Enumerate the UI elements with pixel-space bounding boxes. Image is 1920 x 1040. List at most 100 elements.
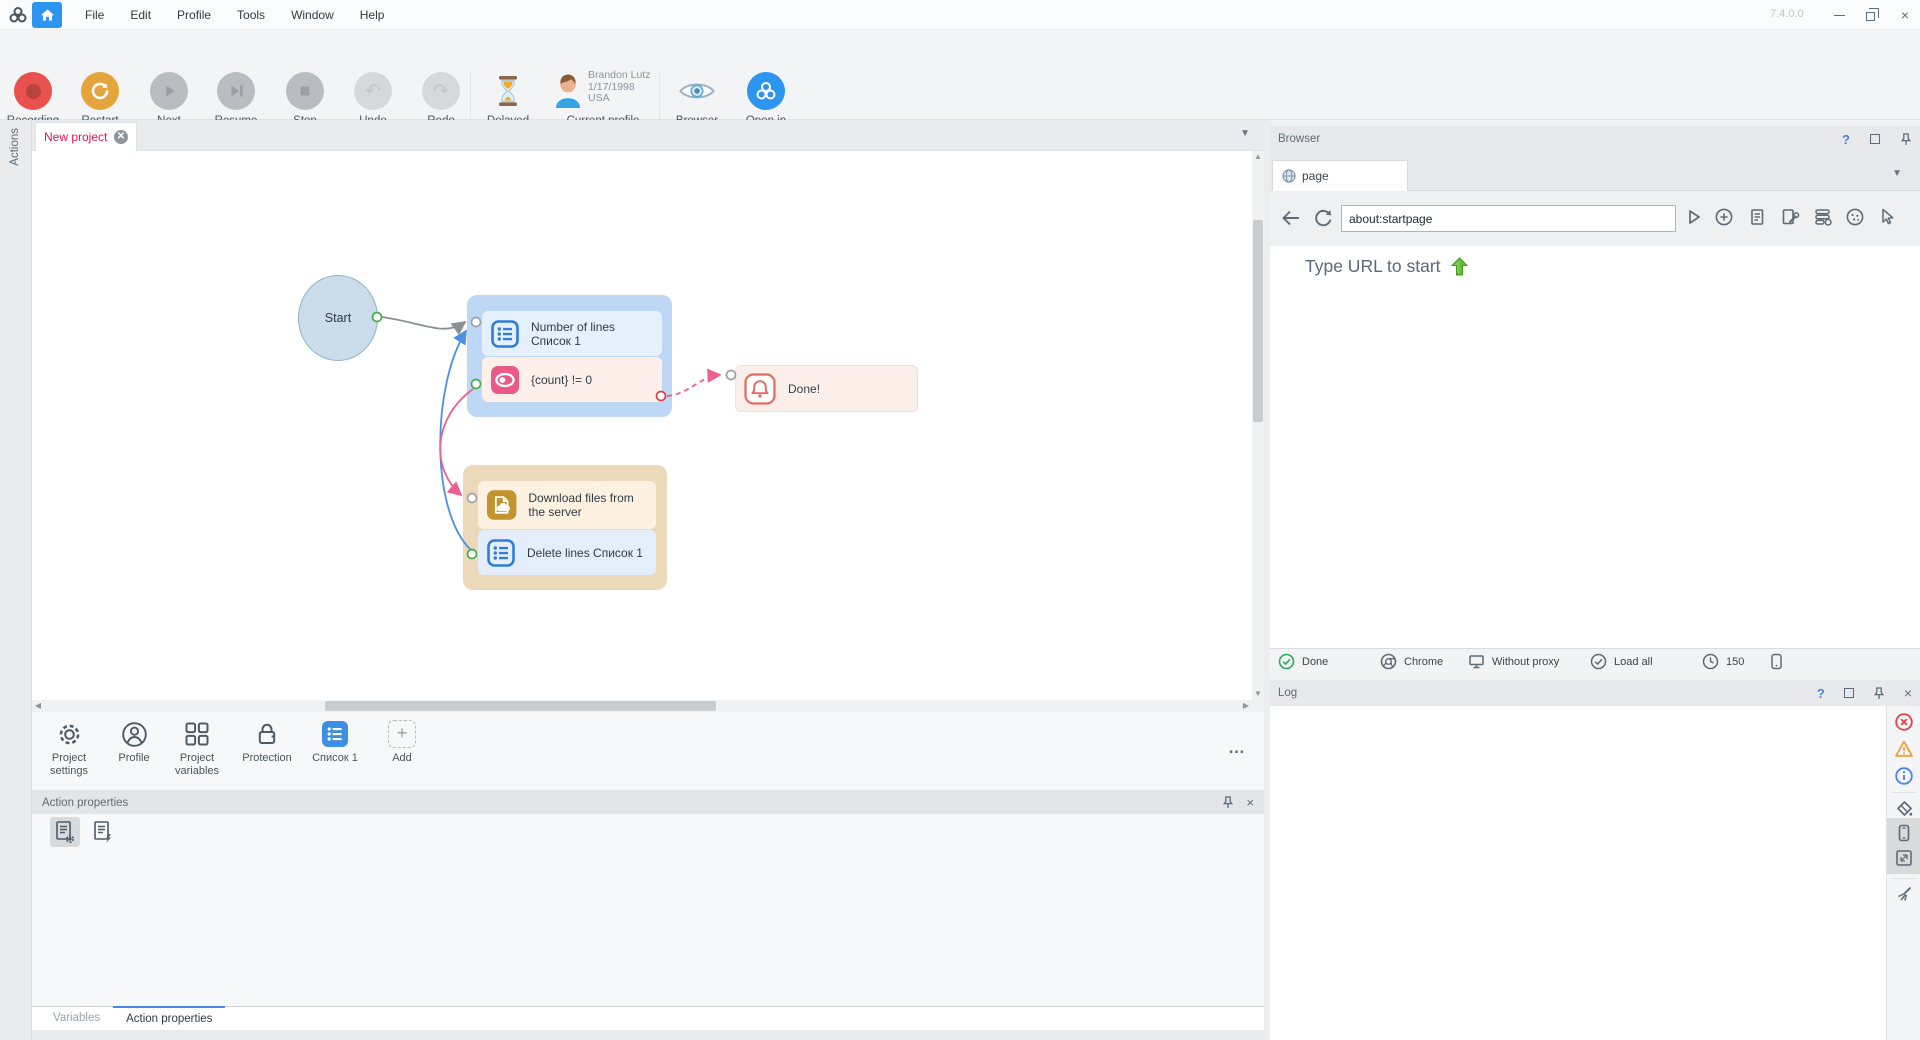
project-tab[interactable]: New project ✕: [35, 122, 137, 151]
pin-icon[interactable]: [1900, 133, 1912, 146]
flowchart-canvas[interactable]: Start Number of lines Список 1: [32, 151, 1264, 712]
more-button[interactable]: …: [1228, 738, 1246, 758]
cookies-icon[interactable]: [1845, 207, 1865, 227]
tab-close-icon[interactable]: ✕: [114, 130, 128, 144]
error-icon[interactable]: [1894, 712, 1914, 732]
toolbar-separator: [659, 72, 660, 124]
tab-variables[interactable]: Variables: [40, 1007, 113, 1030]
scroll-down-icon[interactable]: ▼: [1252, 688, 1264, 700]
redo-icon: ↷: [422, 72, 460, 110]
flow-node-download-files[interactable]: Download files from the server: [478, 481, 656, 529]
close-icon[interactable]: ×: [1904, 685, 1912, 701]
profile-button[interactable]: Profile: [103, 720, 165, 765]
action-properties-panel: Action properties ×: [32, 791, 1264, 1040]
horizontal-scroll-thumb[interactable]: [325, 701, 716, 711]
select-element-icon[interactable]: [1877, 207, 1897, 227]
refresh-icon[interactable]: [1312, 207, 1334, 229]
canvas-horizontal-scrollbar[interactable]: ◀ ▶: [32, 700, 1252, 712]
info-icon[interactable]: [1894, 766, 1914, 786]
menu-file[interactable]: File: [72, 0, 117, 30]
start-hint: Type URL to start: [1305, 256, 1468, 277]
flow-group-blue[interactable]: Number of lines Список 1 {count} != 0: [467, 295, 672, 417]
close-icon[interactable]: ×: [1246, 795, 1254, 810]
menu-help[interactable]: Help: [347, 0, 398, 30]
flow-node-number-of-lines[interactable]: Number of lines Список 1: [482, 311, 662, 356]
page-code-icon[interactable]: [1747, 207, 1767, 227]
project-tabbar: New project ✕ ▼: [32, 120, 1264, 151]
tab-list-chevron-down-icon[interactable]: ▼: [1892, 168, 1902, 179]
list-icon: [490, 319, 520, 349]
menu-profile[interactable]: Profile: [164, 0, 224, 30]
expand-icon[interactable]: [1894, 848, 1914, 868]
list-1-label: Список 1: [304, 752, 366, 765]
scroll-up-icon[interactable]: ▲: [1252, 151, 1264, 163]
help-icon[interactable]: ?: [1842, 132, 1850, 147]
check-circle-icon: [1278, 653, 1295, 670]
number-of-lines-label: Number of lines: [531, 320, 615, 334]
tab-list-chevron-down-icon[interactable]: ▼: [1240, 128, 1250, 139]
tab-action-properties[interactable]: Action properties: [113, 1006, 225, 1030]
new-tab-icon[interactable]: [1714, 207, 1734, 227]
home-button[interactable]: [32, 2, 62, 28]
panel-bottom-strip: [32, 1030, 1264, 1040]
tools-icon[interactable]: [1780, 207, 1800, 227]
status-load-mode[interactable]: Load all: [1590, 653, 1653, 670]
maximize-icon[interactable]: [1844, 688, 1854, 698]
list-1-button[interactable]: Список 1: [304, 720, 366, 765]
close-button[interactable]: ×: [1890, 0, 1920, 30]
menu-edit[interactable]: Edit: [117, 0, 164, 30]
project-settings-button[interactable]: Project settings: [38, 720, 100, 777]
action-code-doc-button[interactable]: [88, 817, 118, 847]
start-hint-text: Type URL to start: [1305, 256, 1441, 277]
status-proxy[interactable]: Without proxy: [1468, 653, 1559, 670]
project-variables-button[interactable]: Project variables: [166, 720, 228, 777]
database-icon[interactable]: [1813, 207, 1833, 227]
browser-panel-header: Browser ?: [1270, 126, 1920, 152]
browser-tabbar: page ▼: [1270, 152, 1920, 191]
flow-node-delete-lines[interactable]: Delete lines Список 1: [478, 530, 656, 575]
back-icon[interactable]: [1280, 207, 1302, 229]
menu-tools[interactable]: Tools: [224, 0, 278, 30]
restore-button[interactable]: [1857, 0, 1887, 30]
flow-node-condition[interactable]: {count} != 0: [482, 357, 662, 402]
minimize-button[interactable]: [1824, 0, 1854, 30]
warning-icon[interactable]: [1894, 739, 1914, 759]
protection-label: Protection: [236, 752, 298, 765]
flow-node-start[interactable]: Start: [298, 275, 378, 361]
action-settings-doc-button[interactable]: [50, 817, 80, 847]
list-icon: [486, 538, 516, 568]
paint-icon[interactable]: [1894, 798, 1914, 818]
go-icon[interactable]: [1684, 207, 1704, 227]
maximize-icon[interactable]: [1870, 134, 1880, 144]
profile-name: Brandon Lutz: [588, 70, 658, 82]
help-icon[interactable]: ?: [1817, 686, 1825, 701]
vertical-scroll-thumb[interactable]: [1253, 220, 1263, 422]
flow-group-orange[interactable]: Download files from the server Delete li…: [463, 465, 667, 590]
address-bar[interactable]: [1341, 205, 1676, 232]
broom-icon[interactable]: [1894, 884, 1914, 904]
left-dock-strip: Actions: [0, 120, 32, 1040]
scroll-left-icon[interactable]: ◀: [32, 700, 44, 712]
close-icon: ×: [1901, 7, 1909, 23]
phone-icon[interactable]: [1894, 823, 1914, 843]
pin-icon[interactable]: [1222, 796, 1234, 809]
add-action-button[interactable]: + Add: [371, 720, 433, 765]
status-engine[interactable]: Chrome: [1380, 653, 1443, 670]
status-timeout[interactable]: 150: [1702, 653, 1744, 670]
profile-country: USA: [588, 93, 658, 105]
flow-node-done[interactable]: Done!: [735, 365, 918, 412]
avatar-icon: [552, 72, 584, 108]
download-files-label: Download files from the server: [528, 491, 648, 519]
pin-icon[interactable]: [1873, 687, 1885, 700]
canvas-vertical-scrollbar[interactable]: ▲ ▼: [1252, 151, 1264, 712]
actions-dock-tab[interactable]: Actions: [9, 128, 21, 166]
protection-button[interactable]: Protection: [236, 720, 298, 765]
lock-icon: [236, 720, 298, 748]
menu-window[interactable]: Window: [278, 0, 347, 30]
scroll-right-icon[interactable]: ▶: [1240, 700, 1252, 712]
browser-page-tab[interactable]: page: [1272, 160, 1408, 191]
status-device[interactable]: [1770, 653, 1783, 670]
current-profile-button[interactable]: Brandon Lutz 1/17/1998 USA Current profi…: [548, 70, 658, 128]
edge-condition-to-done: [667, 375, 720, 396]
browser-viewport[interactable]: Type URL to start: [1270, 246, 1920, 648]
